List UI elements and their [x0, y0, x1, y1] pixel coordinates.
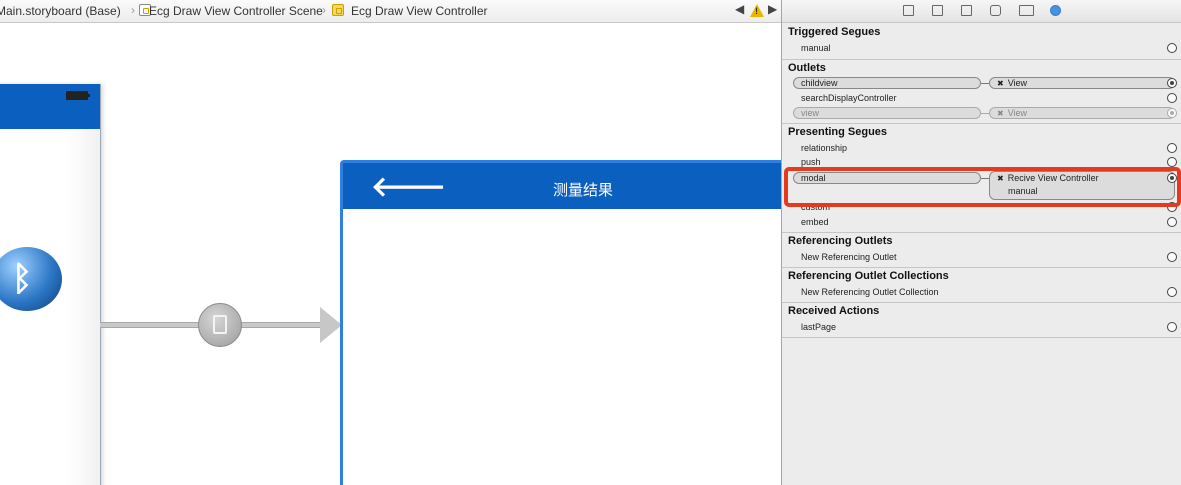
- jump-bar: Main.storyboard (Base) › Ecg Draw View C…: [0, 0, 781, 23]
- section-title: Triggered Segues: [788, 26, 881, 38]
- list-item: New Referencing Outlet: [801, 252, 897, 262]
- section-title: Received Actions: [788, 305, 880, 317]
- inspector-toolbar: [782, 0, 1181, 23]
- file-inspector-icon[interactable]: [903, 5, 914, 16]
- referencing-outlets-section: Referencing Outlets New Referencing Outl…: [782, 232, 1181, 268]
- connection-circle[interactable]: [1167, 43, 1177, 53]
- connections-inspector-icon[interactable]: [1050, 5, 1061, 16]
- section-title: Presenting Segues: [788, 126, 888, 138]
- attributes-inspector-icon[interactable]: [990, 5, 1001, 16]
- previous-issue-icon[interactable]: ◀: [735, 2, 744, 16]
- triggered-segues-section: Triggered Segues manual: [782, 22, 1181, 60]
- connection-circle[interactable]: [1167, 217, 1177, 227]
- connection-circle[interactable]: [1167, 93, 1177, 103]
- identity-inspector-icon[interactable]: [961, 5, 972, 16]
- segue-modal[interactable]: modal: [793, 172, 981, 184]
- connections-inspector: Triggered Segues manual Outlets childvie…: [781, 0, 1181, 485]
- navigation-bar: 🡐 测量结果: [343, 163, 781, 209]
- remove-icon[interactable]: ✖: [997, 79, 1004, 88]
- back-arrow-icon[interactable]: 🡐: [371, 169, 446, 203]
- next-issue-icon[interactable]: ▶: [768, 2, 777, 16]
- list-item: manual: [801, 43, 831, 53]
- list-item: custom: [801, 202, 831, 212]
- outlet-target[interactable]: ✖ View: [989, 107, 1175, 119]
- received-actions-section: Received Actions lastPage: [782, 302, 1181, 338]
- ecg-draw-view-controller[interactable]: ᛒ: [0, 84, 101, 485]
- list-item: New Referencing Outlet Collection: [801, 287, 939, 297]
- outlet-target[interactable]: ✖ View: [989, 77, 1175, 89]
- connection-circle[interactable]: [1167, 252, 1177, 262]
- storyboard-canvas[interactable]: Main.storyboard (Base) › Ecg Draw View C…: [0, 0, 781, 485]
- connection-circle[interactable]: [1167, 287, 1177, 297]
- connection-circle[interactable]: [1167, 173, 1177, 183]
- list-item: embed: [801, 217, 829, 227]
- device-icon: [213, 315, 227, 334]
- list-item: push: [801, 157, 821, 167]
- remove-icon[interactable]: ✖: [997, 174, 1004, 183]
- remove-icon[interactable]: ✖: [997, 109, 1004, 118]
- nav-title: 测量结果: [553, 181, 614, 199]
- connection-circle[interactable]: [1167, 143, 1177, 153]
- presenting-segues-section: Presenting Segues relationship push moda…: [782, 123, 1181, 233]
- size-inspector-icon[interactable]: [1019, 5, 1034, 16]
- breadcrumb-file[interactable]: Main.storyboard (Base): [0, 4, 121, 18]
- outlets-section: Outlets childview ✖ View searchDisplayCon…: [782, 59, 1181, 124]
- view-controller-icon: [332, 4, 344, 16]
- modal-segue-icon[interactable]: [198, 303, 242, 347]
- section-title: Referencing Outlets: [788, 235, 893, 247]
- status-bar: [0, 84, 100, 129]
- quick-help-icon[interactable]: [932, 5, 943, 16]
- connection-circle[interactable]: [1167, 108, 1177, 118]
- connection-circle[interactable]: [1167, 78, 1177, 88]
- segue-arrow-icon: [320, 307, 342, 343]
- segue-target[interactable]: ✖ Recive View Controller manual: [989, 171, 1175, 200]
- section-title: Outlets: [788, 62, 826, 74]
- connection-circle[interactable]: [1167, 202, 1177, 212]
- recive-view-controller[interactable]: 🡐 测量结果: [340, 160, 781, 485]
- referencing-collections-section: Referencing Outlet Collections New Refer…: [782, 267, 1181, 303]
- breadcrumb-controller[interactable]: Ecg Draw View Controller: [351, 4, 488, 18]
- list-item: lastPage: [801, 322, 837, 332]
- section-title: Referencing Outlet Collections: [788, 270, 949, 282]
- outlet-view[interactable]: view: [793, 107, 981, 119]
- connection-circle[interactable]: [1167, 322, 1177, 332]
- list-item: relationship: [801, 143, 848, 153]
- list-item: searchDisplayController: [801, 93, 897, 103]
- outlet-childview[interactable]: childview: [793, 77, 981, 89]
- breadcrumb-scene[interactable]: Ecg Draw View Controller Scene: [149, 4, 323, 18]
- battery-icon: [66, 91, 90, 100]
- chevron-right-icon: ›: [322, 3, 326, 17]
- connection-circle[interactable]: [1167, 157, 1177, 167]
- chevron-right-icon: ›: [131, 3, 135, 17]
